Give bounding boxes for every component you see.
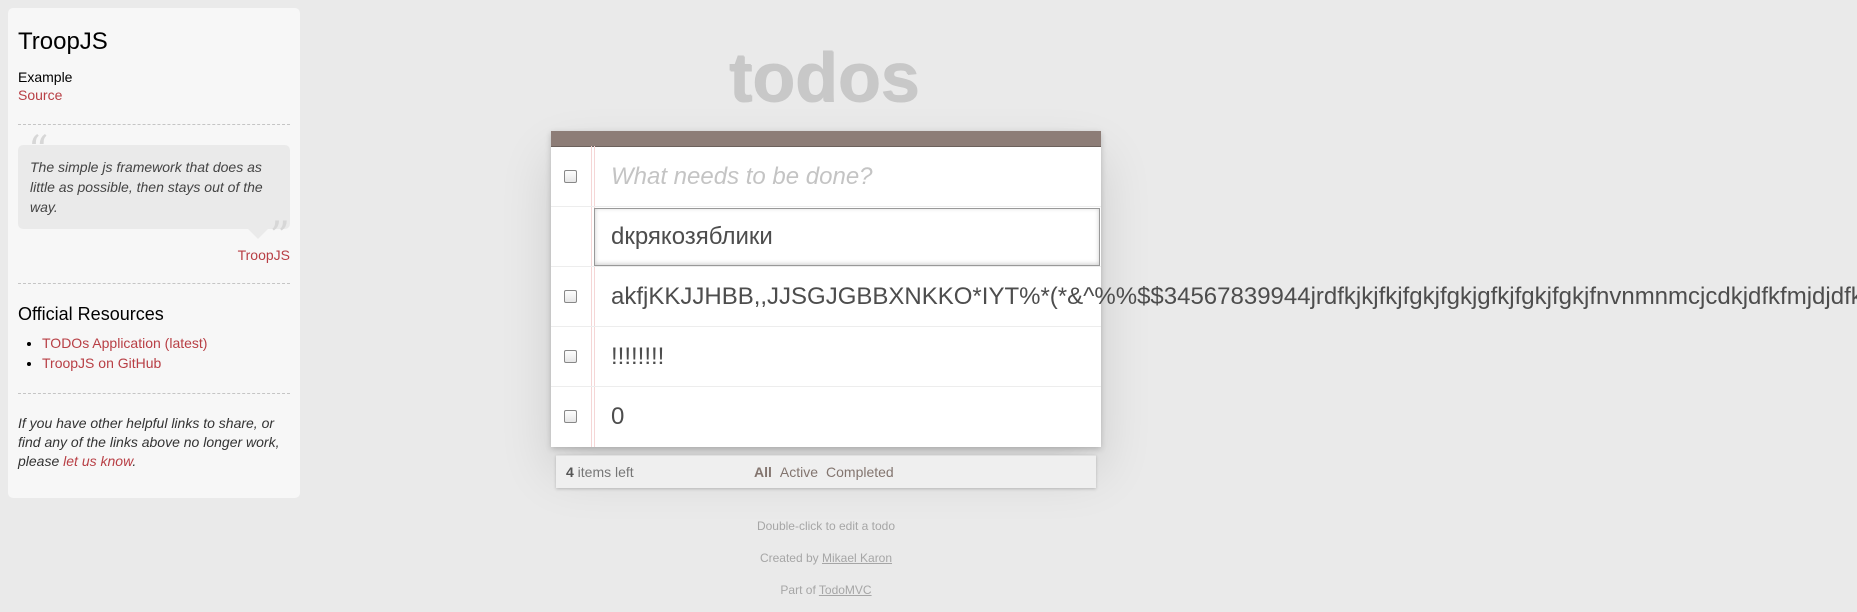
- todo-item: !!!!!!!!: [551, 327, 1101, 387]
- author-link[interactable]: Mikael Karon: [822, 551, 892, 565]
- framework-title: TroopJS: [18, 28, 108, 55]
- todo-item: akfjKKJJHBB,,JJSGJGBBXNKKO*IYT%*(*&^%%$$…: [551, 267, 1857, 327]
- todomvc-link[interactable]: TodoMVC: [819, 583, 872, 597]
- framework-quote: “ The simple js framework that does as l…: [18, 131, 290, 257]
- let-us-know-link[interactable]: let us know: [63, 453, 132, 469]
- filter-all[interactable]: All: [754, 464, 772, 480]
- sidebar-footer-note: If you have other helpful links to share…: [18, 415, 280, 469]
- todo-item: 0: [551, 387, 1101, 447]
- filter-completed[interactable]: Completed: [826, 464, 894, 480]
- resources-heading: Official Resources: [18, 304, 164, 324]
- resource-item: TroopJS on GitHub: [42, 353, 290, 373]
- close-quote-icon: ”: [269, 214, 290, 260]
- edit-todo-input[interactable]: dкрякозяблики: [594, 208, 1100, 266]
- learn-sidebar: TroopJS Example Source “ The simple js f…: [8, 8, 300, 498]
- divider: [18, 124, 290, 125]
- filters: All Active Completed: [754, 464, 894, 480]
- app-title: todos: [729, 39, 921, 117]
- toggle-all-checkbox[interactable]: [564, 170, 577, 183]
- example-label: Example: [18, 69, 73, 85]
- todo-item-editing: dкрякозяблики: [551, 207, 1101, 267]
- new-todo-row: [551, 147, 1101, 207]
- quote-text: The simple js framework that does as lit…: [30, 159, 263, 215]
- edit-hint: Double-click to edit a todo: [756, 519, 896, 533]
- new-todo-input[interactable]: [611, 147, 1081, 206]
- source-link[interactable]: Source: [18, 87, 62, 103]
- header-bar: [551, 131, 1101, 147]
- todo-label[interactable]: !!!!!!!!: [611, 327, 664, 386]
- part-of: Part of TodoMVC: [780, 583, 872, 597]
- todo-footer: 4 items left All Active Completed: [556, 455, 1096, 488]
- todo-toggle-checkbox[interactable]: [564, 410, 577, 423]
- resources-list: TODOs Application (latest) TroopJS on Gi…: [18, 333, 290, 373]
- todo-label[interactable]: 0: [611, 387, 624, 446]
- resource-link-todos-app[interactable]: TODOs Application (latest): [42, 335, 207, 351]
- todo-label[interactable]: akfjKKJJHBB,,JJSGJGBBXNKKO*IYT%*(*&^%%$$…: [611, 267, 1857, 326]
- todo-toggle-checkbox[interactable]: [564, 290, 577, 303]
- resource-link-github[interactable]: TroopJS on GitHub: [42, 355, 161, 371]
- todo-toggle-checkbox[interactable]: [564, 350, 577, 363]
- divider: [18, 393, 290, 394]
- resource-item: TODOs Application (latest): [42, 333, 290, 353]
- todo-count: 4 items left: [566, 464, 634, 480]
- filter-active[interactable]: Active: [780, 464, 818, 480]
- todo-app: dкрякозяблики akfjKKJJHBB,,JJSGJGBBXNKKO…: [551, 131, 1857, 447]
- created-by: Created by Mikael Karon: [759, 551, 893, 565]
- divider: [18, 283, 290, 284]
